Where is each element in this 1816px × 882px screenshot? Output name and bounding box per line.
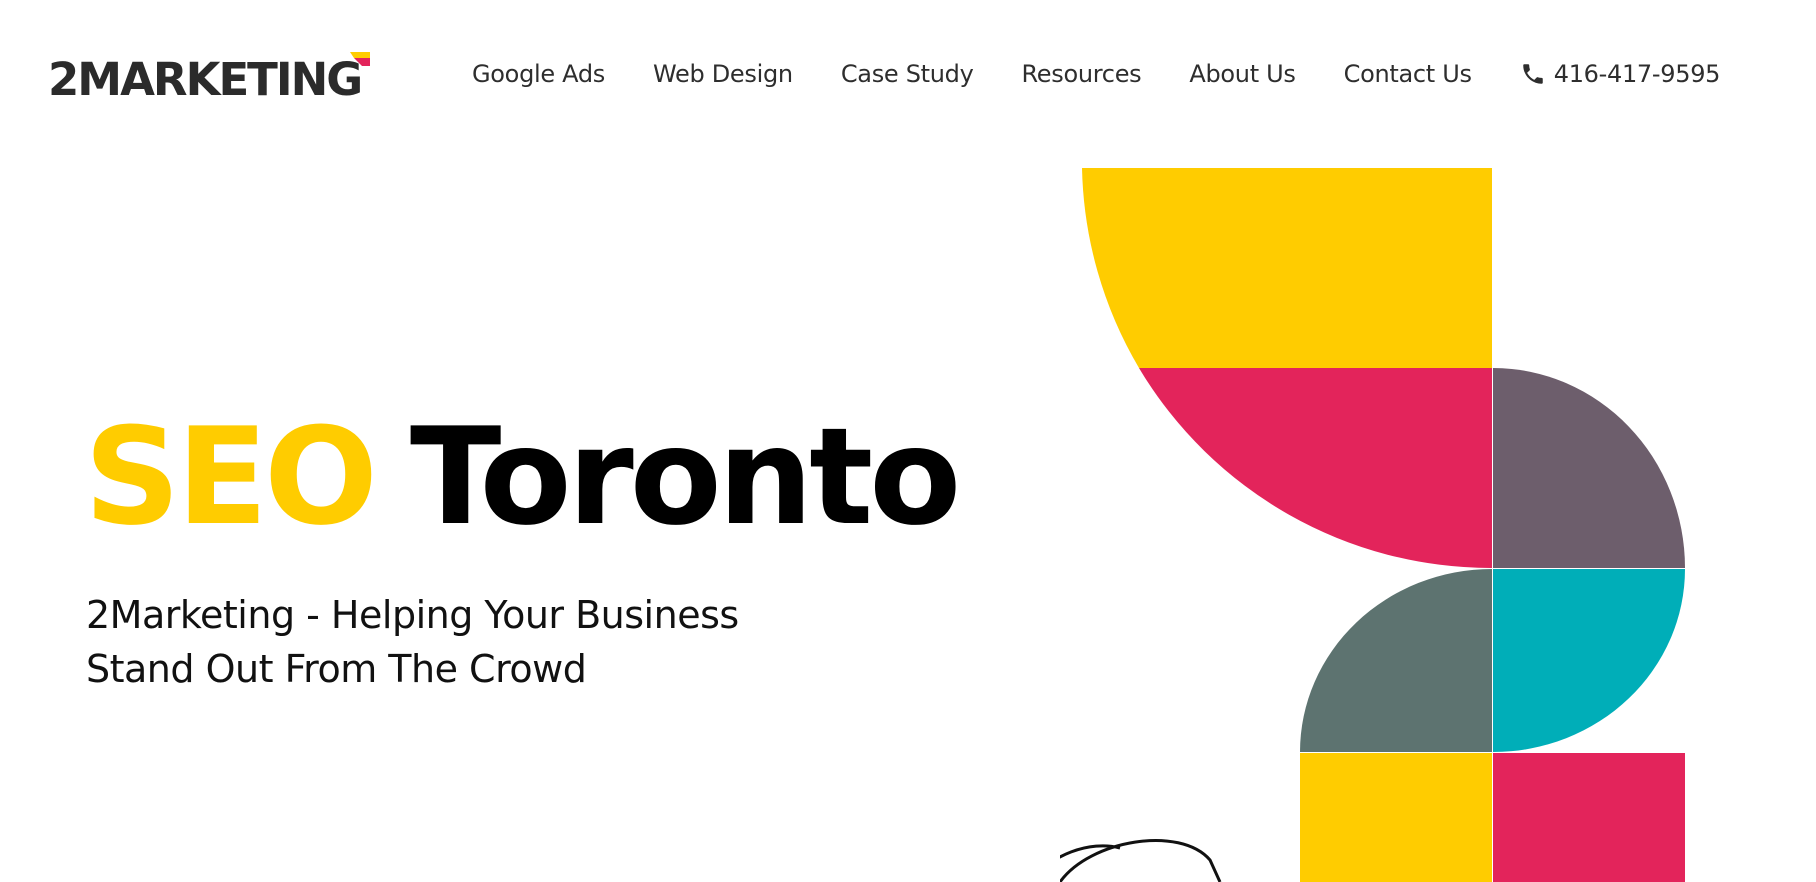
brand-mark-icon [350, 52, 370, 66]
nav-item-about-us[interactable]: About Us [1189, 60, 1296, 88]
hero-title-city: Toronto [409, 399, 961, 555]
phone-link[interactable]: 416-417-9595 [1520, 60, 1720, 88]
phone-number: 416-417-9595 [1553, 60, 1721, 88]
shape-mauve-quarter [1493, 368, 1685, 568]
site-header: 2MARKETING Google Ads Web Design Case St… [0, 0, 1816, 150]
nav-item-contact-us[interactable]: Contact Us [1344, 60, 1472, 88]
hero-geometric-illustration [1060, 168, 1685, 882]
shape-crimson-quarter [1139, 368, 1492, 569]
nav-item-resources[interactable]: Resources [1022, 60, 1142, 88]
nav-item-google-ads[interactable]: Google Ads [472, 60, 605, 88]
sketch-stroke [1060, 839, 1222, 882]
hero-subtitle-line-2: Stand Out From The Crowd [86, 647, 587, 691]
shape-slate-quarter [1300, 569, 1492, 752]
nav-item-web-design[interactable]: Web Design [653, 60, 793, 88]
hero-title: SEO Toronto [84, 399, 961, 555]
phone-icon [1522, 64, 1543, 84]
shape-teal-quarter [1493, 569, 1685, 752]
brand-logo[interactable]: 2MARKETING [48, 50, 370, 110]
nav-item-case-study[interactable]: Case Study [841, 60, 974, 88]
shape-crimson-block [1493, 753, 1685, 882]
hero-subtitle: 2Marketing - Helping Your Business Stand… [86, 588, 806, 696]
main-nav: Google Ads Web Design Case Study Resourc… [472, 52, 1720, 96]
page: 2MARKETING Google Ads Web Design Case St… [0, 0, 1816, 882]
hero-subtitle-line-1: 2Marketing - Helping Your Business [86, 593, 739, 637]
shape-yellow-quarter [1082, 168, 1492, 368]
shape-yellow-block [1300, 753, 1492, 882]
brand-wordmark: 2MARKETING [48, 53, 363, 106]
hero-title-highlight: SEO [84, 399, 378, 555]
